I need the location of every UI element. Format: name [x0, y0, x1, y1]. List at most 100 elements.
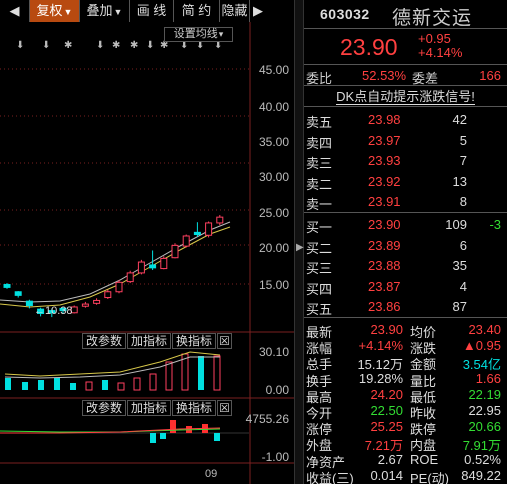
sub1-switch-indicator-button[interactable]: 换指标 — [172, 333, 217, 349]
bid-label: 买五 — [306, 302, 333, 317]
forward-arrow-button[interactable]: ▶ — [250, 0, 266, 22]
diejia-button[interactable]: 叠加▼ — [80, 0, 130, 22]
ask-label: 卖五 — [306, 115, 333, 130]
change-block: +0.95 +4.14% — [418, 32, 462, 60]
stat-value: ▲0.95 — [462, 338, 501, 354]
bid-row[interactable]: 买五 23.86 87 — [304, 297, 507, 317]
bid-row[interactable]: 买三 23.88 35 — [304, 256, 507, 276]
stat-label: 收益(三) — [306, 470, 354, 484]
bid-price: 23.89 — [368, 237, 401, 253]
simple-button[interactable]: 简 约 — [174, 0, 220, 22]
svg-text:✱: ✱ — [64, 40, 72, 51]
dropdown-icon: ▾ — [218, 29, 224, 39]
back-arrow-button[interactable]: ◀ — [0, 0, 30, 22]
stat-value: 24.20 — [370, 386, 403, 402]
dropdown-icon: ▼ — [113, 7, 123, 17]
bid-volume: 6 — [459, 237, 467, 253]
diejia-label: 叠加 — [86, 3, 113, 18]
bottom-indicator — [0, 420, 249, 443]
sub2-change-param-button[interactable]: 改参数 — [82, 400, 127, 416]
stat-value: 0.52% — [464, 451, 501, 467]
svg-text:✱: ✱ — [130, 40, 138, 51]
bid-row[interactable]: 买一 23.90 109 -3 — [304, 215, 507, 235]
svg-text:✱: ✱ — [112, 40, 120, 51]
sub1-change-param-button[interactable]: 改参数 — [82, 333, 127, 349]
dropdown-icon: ▼ — [63, 7, 73, 17]
ask-row[interactable]: 卖一 23.91 8 — [304, 192, 507, 212]
sub1-close-icon[interactable]: ☒ — [217, 333, 233, 349]
stat-value: 1.66 — [475, 370, 501, 386]
quote-panel: 603032 德新交运 23.90 +0.95 +4.14% 委比 52.53%… — [304, 0, 507, 484]
stat-row: 收益(三) 0.014 PE(动) 849.22 — [304, 466, 507, 484]
last-price: 23.90 — [340, 34, 398, 60]
sub2-y-bottom: -1.00 — [261, 450, 289, 464]
divider — [304, 106, 507, 107]
svg-text:⬇: ⬇ — [42, 40, 50, 51]
bid-label: 买一 — [306, 220, 333, 235]
divider — [304, 64, 507, 65]
bid-price: 23.88 — [368, 258, 401, 273]
candle-body — [171, 244, 179, 259]
divider — [304, 317, 507, 318]
expand-icon[interactable]: ▶ — [296, 242, 304, 253]
y-tick-7: 15.00 — [258, 278, 289, 292]
stat-value: +4.14% — [358, 338, 403, 354]
x-axis-label: 09 — [205, 468, 218, 480]
candle-body — [81, 303, 89, 307]
candle-body — [115, 281, 123, 293]
bid-row[interactable]: 买二 23.89 6 — [304, 236, 507, 256]
bid-price: 23.86 — [368, 299, 401, 314]
stat-value: 19.28% — [358, 370, 403, 386]
ask-label: 卖四 — [306, 135, 333, 151]
panel-splitter[interactable]: ▶ — [294, 0, 304, 484]
setting-ma-button[interactable]: 设置均线▾ — [164, 27, 233, 42]
stat-value: 25.25 — [370, 419, 403, 435]
fuquan-label: 复权 — [36, 3, 63, 18]
fuquan-button[interactable]: 复权▼ — [30, 0, 80, 22]
low-price-mark: ←10.38 — [34, 305, 73, 317]
sub2-switch-indicator-button[interactable]: 换指标 — [172, 400, 217, 416]
bid-price: 23.90 — [368, 217, 401, 232]
bid-extra: -3 — [489, 217, 501, 232]
sub2-close-icon[interactable]: ☒ — [217, 400, 233, 416]
candle-body — [193, 231, 201, 236]
ask-row[interactable]: 卖五 23.98 42 — [304, 110, 507, 130]
y-tick-6: 20.00 — [258, 241, 289, 255]
candle-body — [205, 222, 213, 236]
hide-button[interactable]: 隐藏 — [220, 0, 250, 22]
candle-body — [160, 257, 168, 270]
ask-price: 23.91 — [368, 194, 401, 209]
ask-row[interactable]: 卖四 23.97 5 — [304, 131, 507, 151]
ask-volume: 13 — [452, 173, 467, 189]
setting-ma-label: 设置均线 — [173, 28, 218, 40]
change-value: +0.95 — [418, 31, 451, 46]
ask-row[interactable]: 卖三 23.93 7 — [304, 151, 507, 171]
bid-volume: 109 — [445, 217, 467, 232]
stat-value: 20.66 — [468, 419, 501, 435]
ma-line-yellow — [0, 226, 231, 308]
ask-row[interactable]: 卖二 23.92 13 — [304, 172, 507, 192]
stat-value: 849.22 — [461, 467, 501, 483]
weibi-row: 委比 52.53% 委差 166 — [304, 66, 507, 86]
draw-line-button[interactable]: 画 线 — [130, 0, 174, 22]
ask-volume: 8 — [459, 194, 467, 209]
dk-notice-link[interactable]: DK点自动提示涨跌信号! — [304, 86, 507, 105]
y-tick-1: 45.00 — [258, 63, 289, 77]
sub1-y-top: 30.10 — [258, 345, 289, 359]
candle-body — [216, 216, 224, 224]
bid-row[interactable]: 买四 23.87 4 — [304, 277, 507, 297]
candle-body — [182, 235, 190, 247]
weicha-value: 166 — [479, 68, 501, 83]
weibi-value: 52.53% — [362, 68, 407, 83]
kline-panel[interactable]: ◀ 复权▼ 叠加▼ 画 线 简 约 隐藏 ▶ ⬇ ⬇ ✱ ⬇ ✱ ✱ ⬇ ✱ ⬇ ⬇ ⬇ — [0, 0, 297, 484]
bid-volume: 4 — [459, 278, 467, 294]
candle-body — [126, 272, 134, 283]
svg-text:⬇: ⬇ — [146, 40, 154, 51]
divider — [304, 28, 507, 29]
candle-body — [137, 261, 145, 274]
y-tick-3: 35.00 — [258, 135, 289, 149]
y-tick-5: 25.00 — [258, 206, 289, 220]
bid-label: 买二 — [306, 240, 333, 256]
sub2-add-indicator-button[interactable]: 加指标 — [127, 400, 172, 416]
sub1-add-indicator-button[interactable]: 加指标 — [127, 333, 172, 349]
